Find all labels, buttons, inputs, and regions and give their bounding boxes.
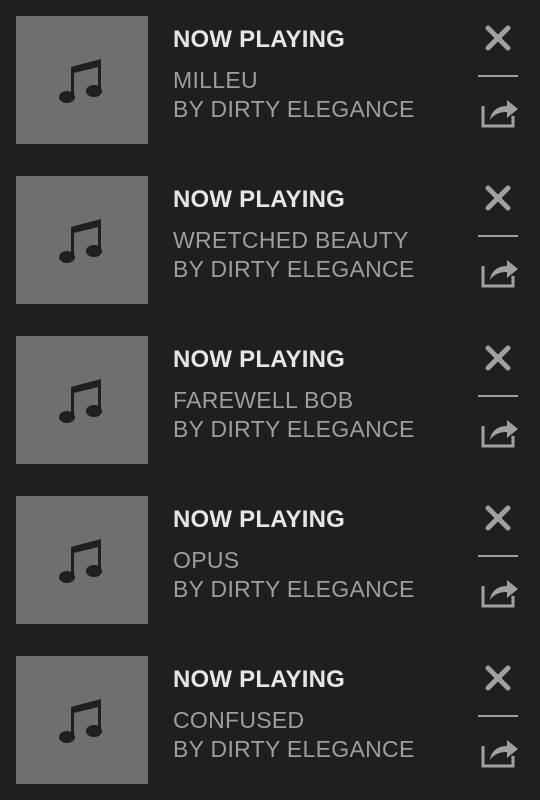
divider xyxy=(478,715,518,717)
track-title: MILLEU xyxy=(173,67,258,93)
track-title: WRETCHED BEAUTY xyxy=(173,227,409,253)
close-button[interactable] xyxy=(478,660,518,700)
now-playing-label: NOW PLAYING xyxy=(173,666,345,693)
share-icon xyxy=(480,95,520,134)
now-playing-card[interactable]: NOW PLAYING MILLEU BY DIRTY ELEGANCE xyxy=(0,16,540,144)
share-button[interactable] xyxy=(478,414,522,454)
close-icon xyxy=(484,24,512,57)
track-artist: BY DIRTY ELEGANCE xyxy=(173,736,415,762)
share-icon xyxy=(480,735,520,774)
now-playing-card[interactable]: NOW PLAYING WRETCHED BEAUTY BY DIRTY ELE… xyxy=(0,176,540,304)
music-note-icon xyxy=(57,55,107,105)
now-playing-label: NOW PLAYING xyxy=(173,186,345,213)
album-art xyxy=(16,16,148,144)
close-icon xyxy=(484,664,512,697)
now-playing-card[interactable]: NOW PLAYING OPUS BY DIRTY ELEGANCE xyxy=(0,496,540,624)
album-art xyxy=(16,656,148,784)
now-playing-card[interactable]: NOW PLAYING CONFUSED BY DIRTY ELEGANCE xyxy=(0,656,540,784)
music-note-icon xyxy=(57,215,107,265)
track-artist: BY DIRTY ELEGANCE xyxy=(173,416,415,442)
share-button[interactable] xyxy=(478,734,522,774)
now-playing-label: NOW PLAYING xyxy=(173,506,345,533)
track-artist: BY DIRTY ELEGANCE xyxy=(173,96,415,122)
music-note-icon xyxy=(57,535,107,585)
divider xyxy=(478,395,518,397)
divider xyxy=(478,235,518,237)
share-icon xyxy=(480,255,520,294)
close-button[interactable] xyxy=(478,500,518,540)
close-button[interactable] xyxy=(478,180,518,220)
track-artist: BY DIRTY ELEGANCE xyxy=(173,576,415,602)
now-playing-label: NOW PLAYING xyxy=(173,26,345,53)
close-button[interactable] xyxy=(478,340,518,380)
share-button[interactable] xyxy=(478,574,522,614)
share-button[interactable] xyxy=(478,254,522,294)
share-icon xyxy=(480,415,520,454)
now-playing-card[interactable]: NOW PLAYING FAREWELL BOB BY DIRTY ELEGAN… xyxy=(0,336,540,464)
track-title: OPUS xyxy=(173,547,240,573)
divider xyxy=(478,75,518,77)
now-playing-label: NOW PLAYING xyxy=(173,346,345,373)
share-icon xyxy=(480,575,520,614)
divider xyxy=(478,555,518,557)
track-title: FAREWELL BOB xyxy=(173,387,354,413)
share-button[interactable] xyxy=(478,94,522,134)
album-art xyxy=(16,176,148,304)
track-artist: BY DIRTY ELEGANCE xyxy=(173,256,415,282)
album-art xyxy=(16,496,148,624)
album-art xyxy=(16,336,148,464)
music-note-icon xyxy=(57,375,107,425)
close-icon xyxy=(484,344,512,377)
close-button[interactable] xyxy=(478,20,518,60)
close-icon xyxy=(484,504,512,537)
track-title: CONFUSED xyxy=(173,707,305,733)
now-playing-list: NOW PLAYING MILLEU BY DIRTY ELEGANCE NOW… xyxy=(0,0,540,800)
music-note-icon xyxy=(57,695,107,745)
close-icon xyxy=(484,184,512,217)
